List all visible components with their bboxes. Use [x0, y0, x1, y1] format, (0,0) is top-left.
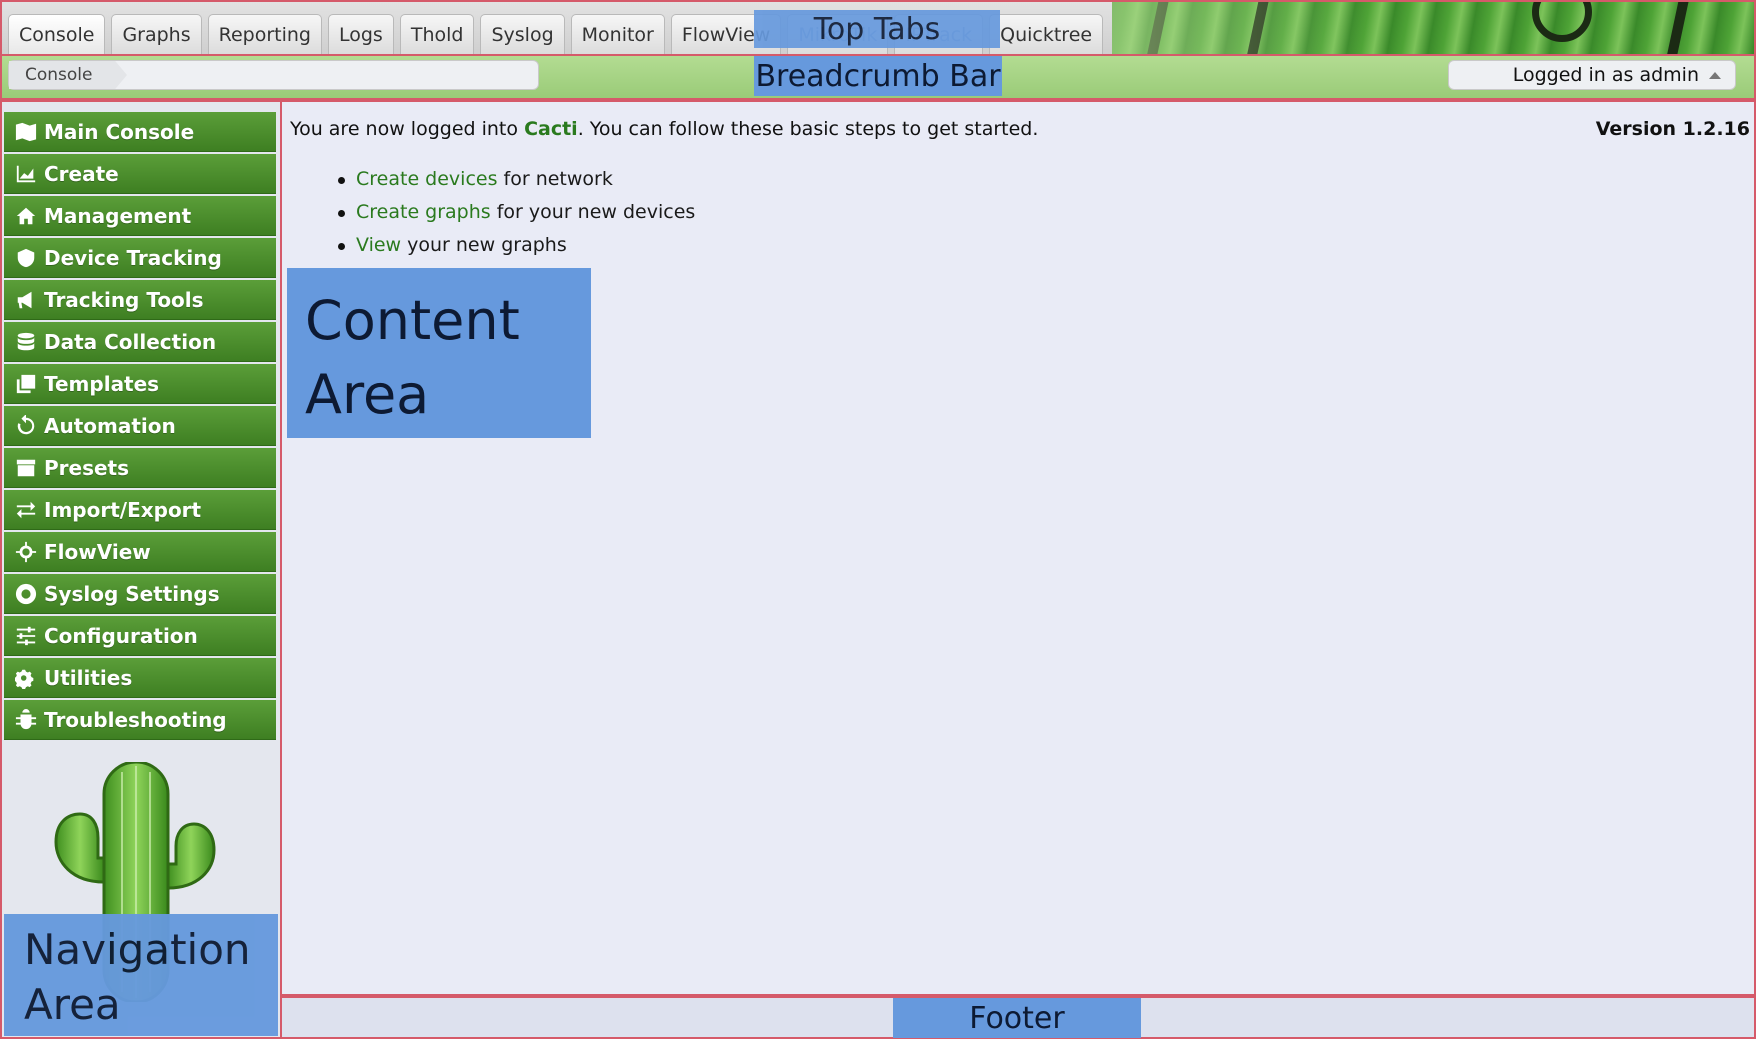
cogs-icon: [14, 666, 38, 690]
sliders-icon: [14, 624, 38, 648]
nav-item-label: Automation: [44, 413, 176, 438]
annotation-line: Navigation: [24, 925, 251, 974]
nav-menu: Main Console Create Management Device Tr…: [4, 112, 276, 742]
life-ring-icon: [14, 582, 38, 606]
tab-quicktree[interactable]: Quicktree: [989, 14, 1104, 54]
getting-started-list: Create devices for network Create graphs…: [338, 168, 695, 267]
nav-item-import-export[interactable]: Import/Export: [4, 490, 276, 530]
list-item: Create graphs for your new devices: [338, 201, 695, 234]
nav-item-label: Configuration: [44, 623, 198, 648]
clone-icon: [14, 372, 38, 396]
nav-item-label: Data Collection: [44, 329, 217, 354]
nav-item-tracking-tools[interactable]: Tracking Tools: [4, 280, 276, 320]
nav-item-troubleshooting[interactable]: Troubleshooting: [4, 700, 276, 740]
brand-name: Cacti: [524, 118, 578, 140]
content-area: You are now logged into Cacti. You can f…: [282, 100, 1756, 996]
cacti-banner-image: [1112, 2, 1754, 54]
version-label: Version 1.2.16: [1595, 118, 1750, 140]
nav-item-flowview[interactable]: FlowView: [4, 532, 276, 572]
annotation-footer: Footer: [893, 998, 1141, 1038]
exchange-icon: [14, 498, 38, 522]
step-text: your new graphs: [401, 234, 567, 256]
step-text: for network: [497, 168, 613, 190]
user-menu-label: Logged in as admin: [1512, 64, 1699, 86]
shield-icon: [14, 246, 38, 270]
navigation-area: Main Console Create Management Device Tr…: [0, 100, 282, 1039]
annotation-navigation-area: Navigation Area: [4, 914, 278, 1036]
tab-console[interactable]: Console: [8, 14, 106, 54]
nav-item-label: Device Tracking: [44, 245, 222, 270]
archive-icon: [14, 456, 38, 480]
annotation-top-tabs: Top Tabs: [754, 10, 1000, 48]
home-icon: [14, 204, 38, 228]
nav-item-label: Syslog Settings: [44, 581, 220, 606]
nav-item-label: Management: [44, 203, 192, 228]
welcome-prefix: You are now logged into: [290, 118, 525, 140]
view-graphs-link[interactable]: View: [356, 234, 401, 256]
nav-item-configuration[interactable]: Configuration: [4, 616, 276, 656]
nav-item-label: FlowView: [44, 539, 151, 564]
nav-item-label: Tracking Tools: [44, 287, 204, 312]
crosshairs-icon: [14, 540, 38, 564]
tab-logs[interactable]: Logs: [328, 14, 394, 54]
bullhorn-icon: [14, 288, 38, 312]
nav-item-device-tracking[interactable]: Device Tracking: [4, 238, 276, 278]
nav-item-create[interactable]: Create: [4, 154, 276, 194]
step-text: for your new devices: [490, 201, 696, 223]
list-item: View your new graphs: [338, 234, 695, 267]
nav-item-utilities[interactable]: Utilities: [4, 658, 276, 698]
annotation-line: Content: [305, 289, 520, 352]
bug-icon: [14, 708, 38, 732]
create-devices-link[interactable]: Create devices: [356, 168, 497, 190]
annotation-content-area: Content Area: [287, 268, 591, 438]
annotation-line: Area: [305, 363, 430, 426]
nav-item-label: Utilities: [44, 665, 133, 690]
tab-reporting[interactable]: Reporting: [207, 14, 322, 54]
tab-monitor[interactable]: Monitor: [570, 14, 665, 54]
nav-item-label: Templates: [44, 371, 160, 396]
database-icon: [14, 330, 38, 354]
annotation-line: Area: [24, 980, 121, 1029]
tab-thold[interactable]: Thold: [399, 14, 475, 54]
nav-item-label: Import/Export: [44, 497, 202, 522]
welcome-message: You are now logged into Cacti. You can f…: [290, 118, 1038, 140]
create-graphs-link[interactable]: Create graphs: [356, 201, 491, 223]
nav-item-syslog-settings[interactable]: Syslog Settings: [4, 574, 276, 614]
nav-item-main-console[interactable]: Main Console: [4, 112, 276, 152]
user-menu-button[interactable]: Logged in as admin: [1448, 60, 1736, 90]
nav-item-label: Create: [44, 161, 119, 186]
nav-item-data-collection[interactable]: Data Collection: [4, 322, 276, 362]
breadcrumb-console[interactable]: Console: [9, 61, 127, 89]
caret-up-icon: [1709, 72, 1721, 79]
list-item: Create devices for network: [338, 168, 695, 201]
nav-item-label: Presets: [44, 455, 130, 480]
nav-item-automation[interactable]: Automation: [4, 406, 276, 446]
nav-item-templates[interactable]: Templates: [4, 364, 276, 404]
nav-item-label: Troubleshooting: [44, 707, 227, 732]
annotation-breadcrumb-bar: Breadcrumb Bar: [754, 56, 1002, 96]
tab-graphs[interactable]: Graphs: [111, 14, 202, 54]
nav-item-label: Main Console: [44, 119, 195, 144]
breadcrumb: Console: [8, 60, 539, 90]
area-chart-icon: [14, 162, 38, 186]
nav-item-presets[interactable]: Presets: [4, 448, 276, 488]
refresh-icon: [14, 414, 38, 438]
tab-syslog[interactable]: Syslog: [480, 14, 565, 54]
nav-item-management[interactable]: Management: [4, 196, 276, 236]
map-icon: [14, 120, 38, 144]
welcome-suffix: . You can follow these basic steps to ge…: [577, 118, 1039, 140]
